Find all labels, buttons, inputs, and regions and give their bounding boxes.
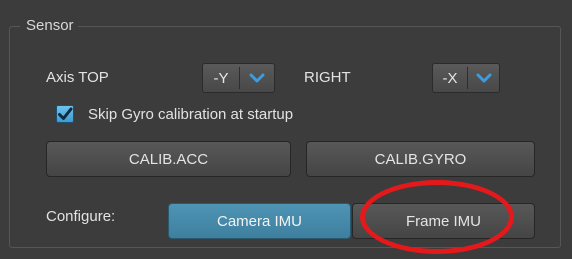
frame-imu-button[interactable]: Frame IMU — [352, 203, 535, 239]
axis-right-label: RIGHT — [304, 69, 351, 86]
configure-label: Configure: — [46, 208, 116, 225]
chevron-down-icon — [468, 72, 499, 84]
chevron-down-icon — [240, 72, 274, 84]
axis-top-dropdown[interactable]: -Y — [202, 63, 275, 93]
skip-gyro-checkbox[interactable] — [56, 105, 74, 123]
axis-right-value: -X — [442, 69, 458, 87]
calib-acc-button[interactable]: CALIB.ACC — [46, 141, 291, 177]
axis-right-dropdown[interactable]: -X — [432, 63, 500, 93]
axis-top-label: Axis TOP — [46, 69, 109, 86]
axis-top-value: -Y — [213, 69, 229, 87]
calib-gyro-button[interactable]: CALIB.GYRO — [306, 141, 535, 177]
checkmark-icon — [58, 107, 73, 120]
sensor-panel: Sensor Axis TOP -Y RIGHT -X Skip Gyro ca… — [0, 0, 572, 259]
camera-imu-button[interactable]: Camera IMU — [168, 203, 351, 239]
skip-gyro-label[interactable]: Skip Gyro calibration at startup — [88, 106, 293, 124]
group-title: Sensor — [20, 16, 78, 36]
